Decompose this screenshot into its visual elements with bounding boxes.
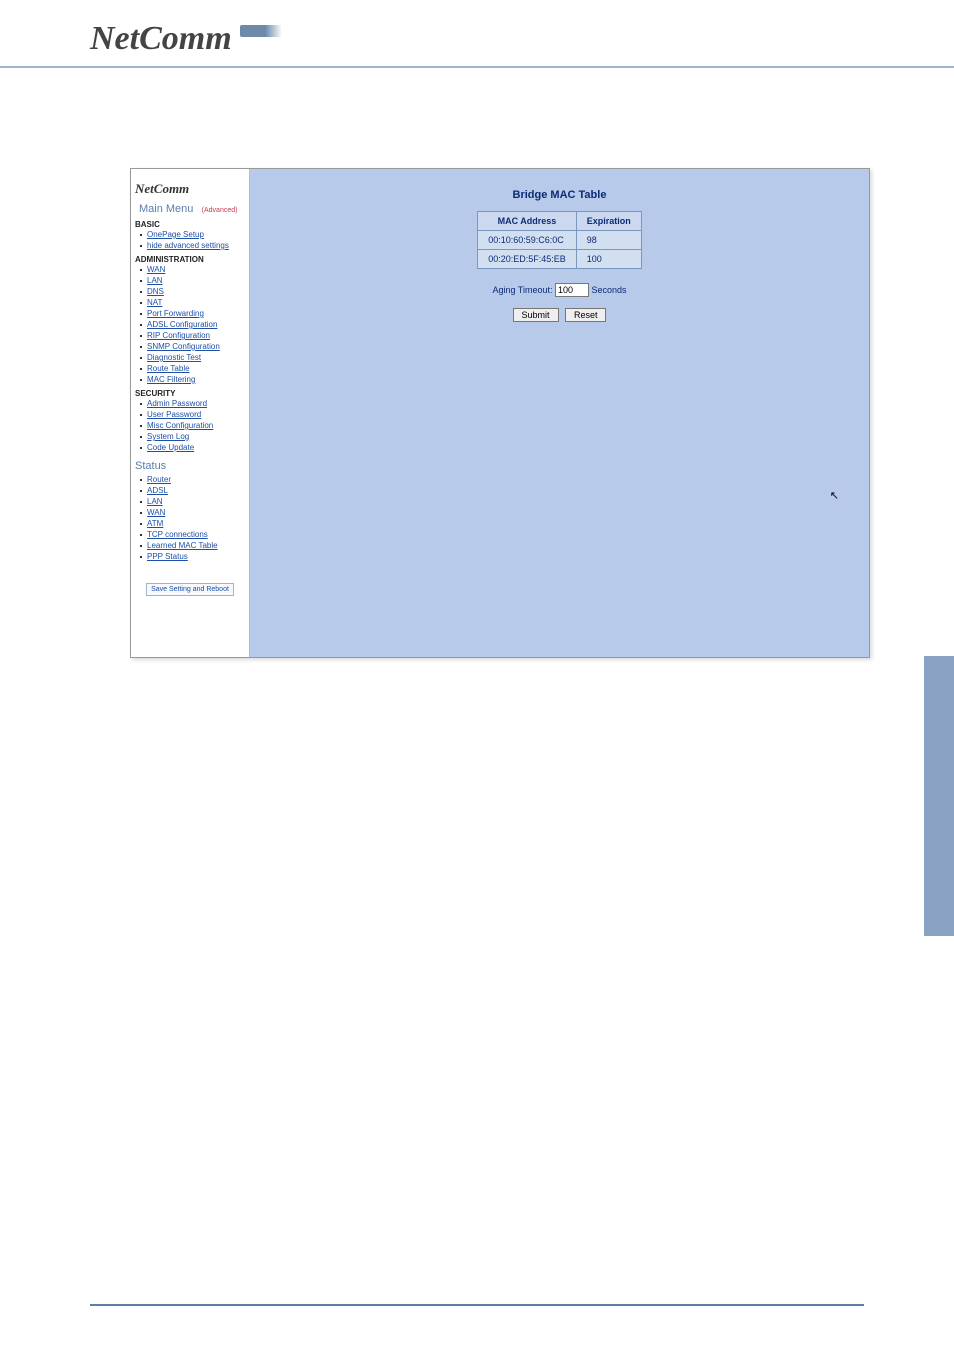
- col-mac: MAC Address: [478, 212, 577, 231]
- col-expiration: Expiration: [576, 212, 641, 231]
- nav-status-learned-mac[interactable]: Learned MAC Table: [147, 541, 218, 550]
- nav-nat[interactable]: NAT: [147, 298, 162, 307]
- cursor-icon: ↖: [830, 489, 839, 502]
- content-area: Bridge MAC Table MAC Address Expiration …: [250, 169, 869, 657]
- aging-timeout-input[interactable]: [555, 283, 589, 297]
- nav-code-update[interactable]: Code Update: [147, 443, 194, 452]
- app-screenshot: NetComm Main Menu (Advanced) BASIC OnePa…: [130, 168, 870, 658]
- nav-status-router[interactable]: Router: [147, 475, 171, 484]
- status-list: Router ADSL LAN WAN ATM TCP connections …: [131, 475, 249, 562]
- nav-misc-config[interactable]: Misc Configuration: [147, 421, 213, 430]
- advanced-label: (Advanced): [202, 207, 238, 214]
- section-basic: BASIC: [131, 217, 249, 229]
- nav-port-forwarding[interactable]: Port Forwarding: [147, 309, 204, 318]
- sidebar-logo: NetComm: [131, 169, 249, 203]
- bridge-mac-table: MAC Address Expiration 00:10:60:59:C6:0C…: [477, 211, 642, 269]
- aging-label: Aging Timeout:: [492, 285, 552, 295]
- save-reboot-button[interactable]: Save Setting and Reboot: [146, 583, 234, 596]
- nav-diagnostic-test[interactable]: Diagnostic Test: [147, 353, 201, 362]
- basic-list: OnePage Setup hide advanced settings: [131, 230, 249, 251]
- reset-button[interactable]: Reset: [565, 308, 607, 322]
- content-title: Bridge MAC Table: [250, 189, 869, 201]
- nav-route-table[interactable]: Route Table: [147, 364, 190, 373]
- table-row: 00:10:60:59:C6:0C 98: [478, 231, 642, 250]
- nav-wan[interactable]: WAN: [147, 265, 165, 274]
- nav-dns[interactable]: DNS: [147, 287, 164, 296]
- side-tab: [924, 656, 954, 936]
- nav-lan[interactable]: LAN: [147, 276, 163, 285]
- page-footer: [90, 1304, 864, 1312]
- table-row: 00:20:ED:5F:45:EB 100: [478, 250, 642, 269]
- nav-adsl-config[interactable]: ADSL Configuration: [147, 320, 217, 329]
- submit-button[interactable]: Submit: [513, 308, 559, 322]
- nav-status-tcp[interactable]: TCP connections: [147, 530, 208, 539]
- nav-snmp-config[interactable]: SNMP Configuration: [147, 342, 220, 351]
- nav-status-ppp[interactable]: PPP Status: [147, 552, 188, 561]
- nav-system-log[interactable]: System Log: [147, 432, 189, 441]
- nav-status-wan[interactable]: WAN: [147, 508, 165, 517]
- nav-status-atm[interactable]: ATM: [147, 519, 163, 528]
- nav-rip-config[interactable]: RIP Configuration: [147, 331, 210, 340]
- nav-mac-filtering[interactable]: MAC Filtering: [147, 375, 195, 384]
- nav-hide-advanced[interactable]: hide advanced settings: [147, 241, 229, 250]
- section-security: SECURITY: [131, 386, 249, 398]
- nav-admin-password[interactable]: Admin Password: [147, 399, 207, 408]
- nav-status-adsl[interactable]: ADSL: [147, 486, 168, 495]
- section-administration: ADMINISTRATION: [131, 252, 249, 264]
- security-list: Admin Password User Password Misc Config…: [131, 399, 249, 453]
- admin-list: WAN LAN DNS NAT Port Forwarding ADSL Con…: [131, 265, 249, 385]
- nav-user-password[interactable]: User Password: [147, 410, 201, 419]
- status-label: Status: [131, 454, 249, 474]
- aging-unit: Seconds: [592, 285, 627, 295]
- main-menu-label: Main Menu: [135, 201, 197, 217]
- nav-onepage-setup[interactable]: OnePage Setup: [147, 230, 204, 239]
- brand-logo: NetComm: [90, 20, 232, 58]
- nav-status-lan[interactable]: LAN: [147, 497, 163, 506]
- sidebar: NetComm Main Menu (Advanced) BASIC OnePa…: [131, 169, 250, 657]
